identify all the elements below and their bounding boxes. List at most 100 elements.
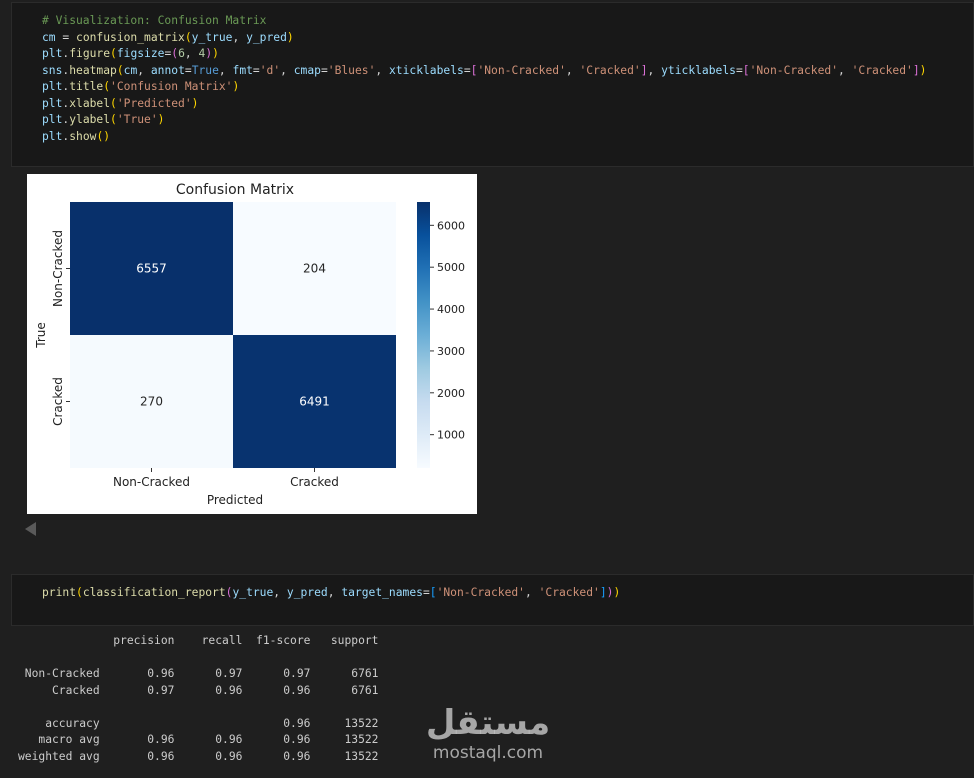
code-token: plt: [42, 80, 63, 93]
code-token: (: [116, 63, 124, 77]
code-token: heatmap: [69, 63, 117, 77]
colorbar-tick-label: 3000: [437, 345, 465, 358]
code-editor-heatmap[interactable]: # Visualization: Confusion Matrix cm = co…: [42, 13, 926, 145]
code-token: confusion_matrix: [76, 30, 185, 44]
watermark-arabic: مستقل: [428, 703, 548, 743]
code-token: True: [191, 63, 219, 77]
code-line: plt.show(): [42, 129, 926, 146]
code-token: 'Blues': [327, 63, 376, 77]
code-token: figure: [69, 47, 111, 60]
code-token: 'Cracked': [579, 63, 641, 77]
code-token: # Visualization: Confusion Matrix: [42, 14, 267, 27]
code-token: plt: [42, 113, 63, 126]
code-token: ,: [273, 586, 287, 599]
code-token: =: [252, 63, 260, 77]
code-line: print(classification_report(y_true, y_pr…: [42, 585, 620, 602]
code-token: plt: [42, 96, 63, 110]
code-token: y_pred: [286, 586, 328, 599]
code-token: ,: [375, 63, 389, 77]
code-token: cmap: [293, 63, 321, 77]
code-token: show: [69, 129, 97, 143]
classification-report-output: precision recall f1-score support Non-Cr…: [18, 633, 378, 765]
code-token: (: [110, 96, 117, 110]
code-token: ]: [640, 63, 648, 77]
code-token: ,: [524, 586, 539, 599]
code-token: (: [110, 113, 117, 126]
cell-annotation: 204: [303, 262, 326, 276]
confusion-matrix-figure: Confusion Matrix 6557 204 270 6491 Non-Crac…: [27, 174, 477, 514]
code-token: ,: [137, 63, 151, 77]
code-token: [: [429, 586, 437, 599]
code-token: ): [191, 96, 199, 110]
code-token: ,: [218, 63, 233, 77]
code-token: 'True': [116, 113, 158, 126]
code-token: y_true: [191, 30, 233, 44]
code-token: plt: [42, 129, 63, 143]
code-token: ,: [280, 63, 294, 77]
code-token: [: [742, 63, 750, 77]
code-token: ,: [838, 63, 852, 77]
code-token: ): [232, 80, 240, 93]
code-token: 'Non-Cracked': [477, 63, 566, 77]
code-token: =: [463, 63, 471, 77]
code-token: classification_report: [82, 586, 226, 599]
code-editor-report[interactable]: print(classification_report(y_true, y_pr…: [42, 585, 620, 602]
cell-annotation: 6491: [299, 395, 330, 409]
code-token: ): [157, 113, 165, 126]
y-tick-label: Cracked: [51, 377, 65, 426]
chart-title: Confusion Matrix: [176, 182, 294, 198]
code-line: cm = confusion_matrix(y_true, y_pred): [42, 30, 926, 47]
report-line: Non-Cracked 0.96 0.97 0.97 6761: [18, 667, 379, 680]
code-token: ): [919, 63, 927, 77]
colorbar-tick-label: 4000: [437, 303, 465, 316]
code-line: plt.title('Confusion Matrix'): [42, 79, 926, 96]
code-token: (): [96, 129, 111, 143]
report-line: Cracked 0.97 0.96 0.96 6761: [18, 683, 379, 697]
report-line: weighted avg 0.96 0.96 0.96 13522: [18, 749, 379, 763]
y-axis-label: True: [34, 322, 48, 349]
code-token: title: [69, 80, 104, 93]
code-token: ): [286, 30, 294, 44]
code-token: target_names: [341, 586, 423, 599]
code-token: ): [212, 47, 219, 60]
code-token: ): [613, 586, 621, 599]
code-token: =: [422, 586, 430, 599]
code-token: ylabel: [69, 113, 111, 126]
code-token: 'Confusion Matrix': [110, 80, 233, 93]
cell-annotation: 270: [140, 395, 163, 409]
x-axis-label: Predicted: [207, 493, 263, 507]
code-token: ,: [327, 586, 342, 599]
code-token: =: [735, 63, 743, 77]
code-token: sns: [42, 63, 63, 77]
cell-annotation: 6557: [136, 262, 167, 276]
code-line: plt.ylabel('True'): [42, 112, 926, 129]
code-token: annot: [150, 63, 185, 77]
code-token: y_true: [232, 586, 274, 599]
report-line: accuracy 0.96 13522: [18, 716, 379, 730]
code-token: cm: [42, 30, 56, 44]
code-token: cm: [123, 63, 138, 77]
code-token: plt: [42, 47, 63, 60]
code-token: 'Cracked': [851, 63, 913, 77]
code-token: print: [42, 586, 77, 599]
code-token: 'Predicted': [116, 96, 192, 110]
report-line: precision recall f1-score support: [18, 634, 379, 647]
colorbar-tick-label: 2000: [437, 387, 465, 400]
colorbar-tick-label: 6000: [437, 219, 465, 232]
x-tick-label: Non-Cracked: [113, 475, 190, 489]
report-line: macro avg 0.96 0.96 0.96 13522: [18, 733, 379, 746]
code-cell-report[interactable]: print(classification_report(y_true, y_pr…: [11, 574, 974, 626]
colorbar: [417, 202, 430, 468]
code-cell-heatmap[interactable]: # Visualization: Confusion Matrix cm = co…: [11, 2, 974, 167]
code-token: =: [320, 63, 328, 77]
collapse-output-icon[interactable]: [25, 522, 36, 536]
colorbar-tick-label: 5000: [437, 261, 465, 274]
code-token: figsize: [116, 47, 165, 60]
code-token: fmt: [232, 63, 253, 77]
code-token: xticklabels: [389, 63, 464, 77]
code-token: 'Cracked': [538, 586, 600, 599]
code-token: 'Non-Cracked': [749, 63, 838, 77]
code-token: ]: [599, 586, 607, 599]
report-line: [18, 699, 378, 716]
code-token: ,: [647, 63, 662, 77]
